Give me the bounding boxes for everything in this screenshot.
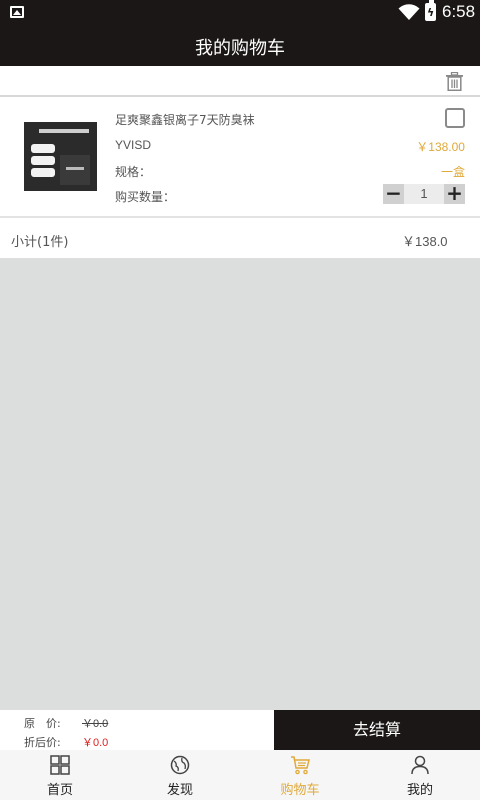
discount-price-value: ￥0.0: [82, 737, 109, 749]
cart-item: 足爽聚鑫银离子7天防臭袜 YVISD 规格： 购买数量： ￥138.00 一盒 …: [0, 97, 480, 218]
battery-charging-icon: ϟ: [425, 0, 436, 21]
tab-cart[interactable]: 购物车: [240, 750, 360, 800]
tab-mine[interactable]: 我的: [360, 750, 480, 800]
increase-quantity-button[interactable]: +: [444, 183, 465, 204]
wifi-icon: [398, 4, 420, 20]
app-header: 我的购物车: [0, 24, 480, 66]
bottom-tab-bar: 首页 发现 购物车 我的: [0, 750, 480, 800]
subtotal-row: 小计(1件) ￥138.0: [0, 218, 480, 258]
tab-discover[interactable]: 发现: [120, 750, 240, 800]
subtotal-label: 小计(1件): [11, 235, 69, 250]
item-select-checkbox[interactable]: [445, 108, 465, 128]
cart-toolbar: [0, 66, 480, 97]
original-price-value: ￥0.0: [82, 718, 109, 730]
quantity-stepper: − 1 +: [383, 183, 465, 204]
tab-home-label: 首页: [46, 783, 73, 798]
decrease-quantity-button[interactable]: −: [383, 183, 404, 204]
tab-cart-label: 购物车: [280, 783, 320, 798]
product-name[interactable]: 足爽聚鑫银离子7天防臭袜: [115, 111, 255, 128]
tab-home[interactable]: 首页: [0, 750, 120, 800]
price-summary: 原 价: ￥0.0 折后价: ￥0.0: [0, 710, 274, 750]
quantity-value[interactable]: 1: [404, 184, 444, 204]
original-price-label: 原 价:: [24, 717, 61, 730]
spec-label: 规格：: [115, 165, 152, 179]
subtotal-amount: ￥138.0: [402, 234, 448, 249]
cart-icon: [291, 756, 310, 775]
user-icon: [411, 755, 429, 775]
tab-discover-label: 发现: [166, 783, 193, 798]
product-price: ￥138.00: [416, 140, 465, 154]
discount-price-label: 折后价:: [24, 736, 61, 749]
home-grid-icon: [50, 755, 70, 775]
image-icon: [10, 6, 24, 18]
globe-icon: [170, 755, 190, 775]
product-sku: YVISD: [115, 138, 152, 152]
product-image[interactable]: [24, 122, 97, 191]
trash-icon[interactable]: [446, 72, 463, 91]
checkout-button[interactable]: 去结算: [274, 710, 480, 750]
status-bar: ϟ 6:58: [0, 0, 480, 24]
page-title: 我的购物车: [195, 38, 285, 59]
spec-value: 一盒: [440, 165, 465, 179]
tab-mine-label: 我的: [406, 783, 433, 798]
status-time: 6:58: [442, 2, 476, 21]
quantity-label: 购买数量：: [115, 190, 176, 204]
